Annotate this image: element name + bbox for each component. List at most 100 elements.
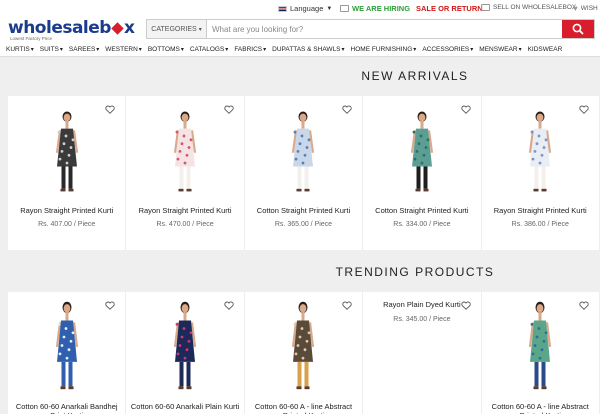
nav-item-label: SUITS (39, 46, 59, 53)
logo-box-icon (111, 22, 124, 35)
nav-item-label: CATALOGS (189, 46, 225, 53)
nav-item-label: SAREES (68, 46, 96, 53)
nav-item-home-furnishing[interactable]: HOME FURNISHING ▾ (351, 46, 417, 53)
wishlist-heart-icon[interactable] (342, 101, 352, 119)
nav-item-label: KIDSWEAR (527, 46, 563, 53)
product-name[interactable]: Cotton 60-60 Anarkali Plain Kurti (126, 402, 243, 411)
product-image[interactable] (165, 298, 205, 397)
store-icon (481, 4, 490, 11)
nav-item-accessories[interactable]: ACCESSORIES ▾ (422, 46, 473, 53)
wishlist-heart-icon[interactable] (105, 297, 116, 315)
nav-item-menswear[interactable]: MENSWEAR ▾ (479, 46, 521, 53)
category-dropdown[interactable]: CATEGORIES ▾ (147, 20, 207, 38)
product-card[interactable]: Cotton 60-60 A - line Abstract Printed K… (482, 292, 600, 414)
product-card[interactable]: Cotton Straight Printed Kurti Rs. 365.00 … (245, 96, 364, 250)
trending-products-panel: Cotton 60-60 Anarkali Bandhej Print Kurt… (8, 292, 600, 414)
nav-item-label: MENSWEAR (479, 46, 518, 53)
product-card[interactable]: Cotton Straight Printed Kurti Rs. 334.00 … (363, 96, 482, 250)
product-name[interactable]: Cotton 60-60 A - line Abstract Printed K… (245, 402, 362, 414)
chevron-down-icon: ▾ (413, 47, 417, 53)
category-nav: KURTIS ▾ SUITS ▾ SAREES ▾ WESTERN ▾ BOTTOMS ▾ CATA… (0, 43, 600, 57)
product-price: Rs. 407.00 / Piece (38, 221, 96, 228)
product-image[interactable] (402, 108, 442, 199)
search-icon (572, 23, 584, 35)
product-card[interactable]: Rayon Straight Printed Kurti Rs. 386.00 /… (482, 96, 600, 250)
wishlist-link[interactable]: ♥ WISH (573, 4, 598, 13)
product-image[interactable] (47, 108, 87, 199)
new-arrivals-panel: Rayon Straight Printed Kurti Rs. 407.00 /… (8, 96, 600, 250)
wishlist-heart-icon[interactable] (579, 101, 589, 119)
nav-item-label: DUPATTAS & SHAWLS (272, 46, 341, 53)
wishlist-heart-icon[interactable] (342, 297, 352, 315)
product-name[interactable]: Cotton 60-60 A - line Abstract Printed K… (482, 402, 599, 414)
product-name[interactable]: Cotton Straight Printed Kurti (363, 206, 480, 215)
product-card[interactable]: Cotton 60-60 A - line Abstract Printed K… (245, 292, 364, 414)
product-card[interactable]: Rayon Plain Dyed Kurti Rs. 345.00 / Piece (363, 292, 482, 414)
heart-icon: ♥ (573, 4, 578, 13)
category-label: CATEGORIES (151, 25, 197, 33)
product-name[interactable]: Cotton Straight Printed Kurti (245, 206, 362, 215)
product-name[interactable]: Rayon Straight Printed Kurti (126, 206, 243, 215)
nav-item-bottoms[interactable]: BOTTOMS ▾ (148, 46, 184, 53)
product-price: Rs. 334.00 / Piece (393, 221, 451, 228)
product-price: Rs. 365.00 / Piece (274, 221, 333, 228)
product-name[interactable]: Rayon Straight Printed Kurti (8, 206, 125, 215)
nav-item-dupattas-shawls[interactable]: DUPATTAS & SHAWLS ▾ (272, 46, 344, 53)
new-arrivals-title: NEW ARRIVALS (361, 69, 469, 83)
wishlist-heart-icon[interactable] (579, 297, 589, 315)
language-selector[interactable]: Language ▼ (278, 4, 332, 13)
chevron-down-icon: ▾ (180, 47, 184, 53)
product-image[interactable] (520, 108, 560, 199)
sale-or-return-link[interactable]: SALE OR RETURN (416, 4, 483, 13)
wishlist-heart-icon[interactable] (460, 101, 471, 119)
nav-item-label: ACCESSORIES (422, 46, 470, 53)
product-image[interactable] (520, 298, 560, 397)
nav-item-label: WESTERN (105, 46, 138, 53)
chevron-down-icon: ▾ (198, 26, 202, 33)
nav-item-western[interactable]: WESTERN ▾ (105, 46, 142, 53)
nav-item-catalogs[interactable]: CATALOGS ▾ (190, 46, 228, 53)
uk-flag-icon (278, 5, 287, 12)
we-are-hiring-link[interactable]: WE ARE HIRING (340, 4, 410, 13)
nav-item-sarees[interactable]: SAREES ▾ (69, 46, 99, 53)
site-logo[interactable]: wholesaleb x Lowest Factory Price (8, 18, 135, 42)
logo-text-end: x (123, 18, 135, 38)
product-image[interactable] (283, 298, 323, 397)
wish-label: WISH (580, 5, 598, 12)
search-input[interactable] (207, 20, 562, 38)
product-card[interactable]: Rayon Straight Printed Kurti Rs. 407.00 /… (8, 96, 127, 250)
search-bar: CATEGORIES ▾ (146, 19, 595, 39)
product-card[interactable]: Cotton 60-60 Anarkali Plain Kurti (126, 292, 245, 414)
chevron-down-icon: ▼ (326, 5, 333, 12)
product-card[interactable]: Cotton 60-60 Anarkali Bandhej Print Kurt… (8, 292, 127, 414)
chevron-down-icon: ▾ (225, 47, 229, 53)
product-card[interactable]: Rayon Straight Printed Kurti Rs. 470.00 /… (126, 96, 245, 250)
product-price: Rs. 470.00 / Piece (156, 221, 214, 228)
chevron-down-icon: ▾ (341, 47, 345, 53)
chevron-down-icon: ▾ (138, 47, 142, 53)
wishlist-heart-icon[interactable] (105, 101, 116, 119)
product-price: Rs. 345.00 / Piece (393, 316, 451, 323)
wishlist-heart-icon[interactable] (224, 297, 234, 315)
nav-item-label: FABRICS (234, 46, 263, 53)
wishlist-heart-icon[interactable] (224, 101, 234, 119)
product-name[interactable]: Rayon Straight Printed Kurti (482, 206, 599, 215)
logo-text: wholesaleb (8, 18, 111, 38)
product-image[interactable] (165, 108, 205, 199)
product-name[interactable]: Cotton 60-60 Anarkali Bandhej Print Kurt… (8, 402, 125, 414)
nav-item-label: KURTIS (6, 46, 30, 53)
nav-item-fabrics[interactable]: FABRICS ▾ (234, 46, 266, 53)
chevron-down-icon: ▾ (518, 47, 522, 53)
nav-item-suits[interactable]: SUITS ▾ (40, 46, 63, 53)
sell-on-wholesalebox-link[interactable]: SELL ON WHOLESALEBOX (481, 4, 576, 11)
briefcase-icon (340, 5, 349, 12)
nav-item-kurtis[interactable]: KURTIS ▾ (6, 46, 34, 53)
search-button[interactable] (562, 20, 594, 38)
sale-or-return-label: SALE OR RETURN (416, 4, 483, 13)
top-utility-bar: Language ▼ WE ARE HIRING SALE OR RETURN … (0, 0, 600, 17)
product-image[interactable] (47, 298, 87, 397)
product-name[interactable]: Rayon Plain Dyed Kurti (363, 300, 480, 309)
nav-item-kidswear[interactable]: KIDSWEAR (528, 46, 563, 53)
chevron-down-icon: ▾ (96, 47, 100, 53)
product-image[interactable] (283, 108, 323, 199)
